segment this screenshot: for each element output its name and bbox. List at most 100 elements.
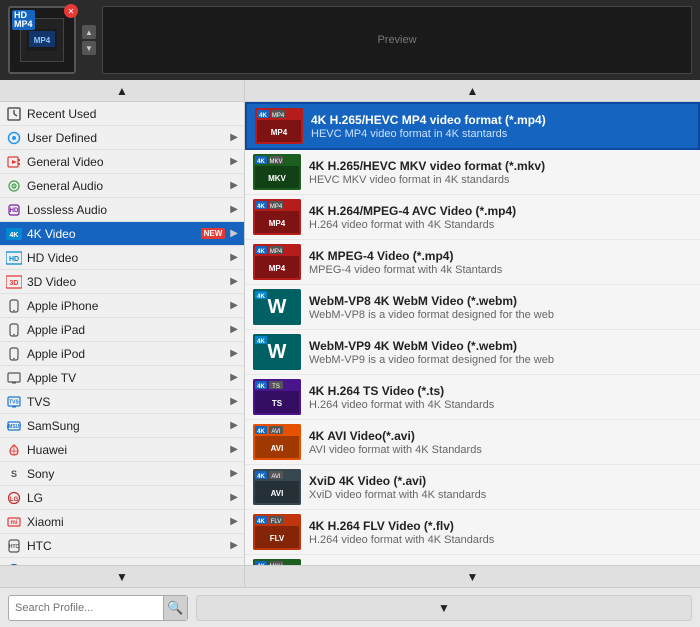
svg-text:4K: 4K — [257, 159, 265, 165]
format-title-4k-h265-mkv: 4K H.265/HEVC MKV video format (*.mkv) — [309, 159, 692, 173]
sidebar-item-3d-video[interactable]: 3D3D Video▶ — [0, 270, 244, 294]
format-desc-4k-h265-mkv: HEVC MKV video format in 4K standards — [309, 174, 692, 186]
svg-text:FLV: FLV — [271, 519, 282, 525]
sidebar-item-xiaomi[interactable]: miXiaomi▶ — [0, 510, 244, 534]
svg-text:FLV: FLV — [270, 534, 285, 543]
sidebar-item-general-audio[interactable]: General Audio▶ — [0, 174, 244, 198]
format-thumb-4k-h265-mkv: 4K MKV MKV — [253, 154, 301, 190]
huawei-arrow: ▶ — [230, 444, 238, 455]
apple-ipad-icon — [6, 322, 22, 338]
sidebar-item-general-video[interactable]: General Video ▶ — [0, 150, 244, 174]
format-item-4k-ts[interactable]: 4K TS TS 4K H.264 TS Video (*.ts)H.264 v… — [245, 375, 700, 420]
thumb-up-btn[interactable]: ▲ — [82, 25, 96, 39]
format-title-webm-vp8: WebM-VP8 4K WebM Video (*.webm) — [309, 294, 692, 308]
sidebar-item-samsung[interactable]: SAMSUNGSamSung▶ — [0, 414, 244, 438]
bottom-scroll-down[interactable]: ▼ — [196, 595, 692, 621]
format-title-xvid-4k: XviD 4K Video (*.avi) — [309, 474, 692, 488]
svg-text:HD: HD — [9, 256, 19, 263]
general-audio-arrow: ▶ — [230, 180, 238, 191]
top-bar: HD MP4 MP4 ✕ ▲ ▼ Preview — [0, 0, 700, 80]
htc-label: HTC — [27, 539, 225, 553]
format-title-4k-h264-mp4: 4K H.264/MPEG-4 AVC Video (*.mp4) — [309, 204, 692, 218]
format-item-4k-h264-mp4[interactable]: 4K MP4 MP4 4K H.264/MPEG-4 AVC Video (*.… — [245, 195, 700, 240]
format-list: 4K MP4 MP4 4K H.265/HEVC MP4 video forma… — [245, 102, 700, 565]
apple-ipad-label: Apple iPad — [27, 323, 225, 337]
svg-text:4K: 4K — [257, 429, 265, 435]
sidebar-item-user-defined[interactable]: User Defined▶ — [0, 126, 244, 150]
tvs-arrow: ▶ — [230, 396, 238, 407]
format-desc-4k-h265-mp4: HEVC MP4 video format in 4K stantards — [311, 128, 690, 140]
user-defined-icon — [6, 130, 22, 146]
sidebar-scroll-up[interactable]: ▲ — [0, 80, 244, 102]
format-item-4k-h265-mkv[interactable]: 4K MKV MKV 4K H.265/HEVC MKV video forma… — [245, 150, 700, 195]
svg-text:MP4: MP4 — [270, 204, 283, 210]
4k-video-arrow: ▶ — [230, 228, 238, 239]
format-item-4k-mpeg4[interactable]: 4K MP4 MP4 4K MPEG-4 Video (*.mp4)MPEG-4… — [245, 240, 700, 285]
format-item-4k-flv[interactable]: 4K FLV FLV 4K H.264 FLV Video (*.flv)H.2… — [245, 510, 700, 555]
lossless-audio-label: Lossless Audio — [27, 203, 225, 217]
svg-text:W: W — [268, 296, 287, 318]
sidebar-item-recent[interactable]: Recent Used — [0, 102, 244, 126]
format-info-4k-flv: 4K H.264 FLV Video (*.flv)H.264 video fo… — [309, 519, 692, 546]
svg-text:AVI: AVI — [271, 474, 281, 480]
svg-text:MP4: MP4 — [272, 113, 285, 119]
general-video-label: General Video — [27, 155, 225, 169]
sidebar-item-htc[interactable]: HTCHTC▶ — [0, 534, 244, 558]
sidebar-item-lg[interactable]: LG LG ▶ — [0, 486, 244, 510]
lg-arrow: ▶ — [230, 492, 238, 503]
sidebar-item-apple-ipod[interactable]: Apple iPod▶ — [0, 342, 244, 366]
format-desc-4k-mpeg4: MPEG-4 video format with 4k Stantards — [309, 264, 692, 276]
sidebar-item-motorola[interactable]: MMotorola▶ — [0, 558, 244, 565]
right-scroll-up[interactable]: ▲ — [245, 80, 700, 102]
format-thumb-4k-h264-mp4: 4K MP4 MP4 — [253, 199, 301, 235]
svg-text:TS: TS — [272, 399, 283, 408]
format-info-4k-avi: 4K AVI Video(*.avi)AVI video format with… — [309, 429, 692, 456]
svg-text:TVS: TVS — [9, 399, 19, 405]
sidebar-scroll-down[interactable]: ▼ — [0, 565, 244, 587]
sidebar-item-4k-video[interactable]: 4K4K VideoNEW▶ — [0, 222, 244, 246]
format-item-webm-vp9[interactable]: W 4K WebM-VP9 4K WebM Video (*.webm)WebM… — [245, 330, 700, 375]
sidebar-item-lossless-audio[interactable]: HDLossless Audio▶ — [0, 198, 244, 222]
format-desc-4k-h264-mp4: H.264 video format with 4K Standards — [309, 219, 692, 231]
lossless-audio-arrow: ▶ — [230, 204, 238, 215]
format-info-4k-h264-mp4: 4K H.264/MPEG-4 AVC Video (*.mp4)H.264 v… — [309, 204, 692, 231]
search-button[interactable]: 🔍 — [163, 595, 187, 621]
format-thumb-4k-mpeg4: 4K MP4 MP4 — [253, 244, 301, 280]
recent-icon — [6, 106, 22, 122]
user-defined-label: User Defined — [27, 131, 225, 145]
format-info-xvid-4k: XviD 4K Video (*.avi)XviD video format w… — [309, 474, 692, 501]
sidebar-item-tvs[interactable]: TVS TVS ▶ — [0, 390, 244, 414]
sidebar-item-hd-video[interactable]: HDHD Video▶ — [0, 246, 244, 270]
apple-iphone-icon — [6, 298, 22, 314]
general-video-arrow: ▶ — [230, 156, 238, 167]
format-title-4k-ts: 4K H.264 TS Video (*.ts) — [309, 384, 692, 398]
format-title-4k-avi: 4K AVI Video(*.avi) — [309, 429, 692, 443]
svg-text:4K: 4K — [257, 204, 265, 210]
sidebar-item-sony[interactable]: SSony▶ — [0, 462, 244, 486]
format-item-4k-h265-mp4[interactable]: 4K MP4 MP4 4K H.265/HEVC MP4 video forma… — [245, 102, 700, 150]
bottom-bar: 🔍 ▼ — [0, 587, 700, 627]
svg-text:4K: 4K — [10, 232, 19, 239]
thumb-close-btn[interactable]: ✕ — [64, 4, 78, 18]
sidebar-item-apple-iphone[interactable]: Apple iPhone▶ — [0, 294, 244, 318]
sidebar-item-apple-tv[interactable]: Apple TV▶ — [0, 366, 244, 390]
lg-label: LG — [27, 491, 225, 505]
tvs-label: TVS — [27, 395, 225, 409]
right-scroll-down[interactable]: ▼ — [245, 565, 700, 587]
format-desc-xvid-4k: XviD video format with 4K standards — [309, 489, 692, 501]
svg-text:LG: LG — [10, 497, 19, 503]
format-desc-4k-ts: H.264 video format with 4K Standards — [309, 399, 692, 411]
svg-text:4K: 4K — [257, 249, 265, 255]
huawei-icon — [6, 442, 22, 458]
search-input[interactable] — [9, 602, 163, 614]
svg-text:SAMSUNG: SAMSUNG — [7, 424, 21, 430]
format-item-webm-vp8[interactable]: W 4K WebM-VP8 4K WebM Video (*.webm)WebM… — [245, 285, 700, 330]
svg-text:4K: 4K — [257, 294, 265, 300]
format-item-4k-mkv2[interactable]: 4K MKV MKV 4K MKV Video Format (*.mkv)MK… — [245, 555, 700, 565]
format-item-4k-avi[interactable]: 4K AVI AVI 4K AVI Video(*.avi)AVI video … — [245, 420, 700, 465]
sidebar-item-huawei[interactable]: Huawei▶ — [0, 438, 244, 462]
sidebar-item-apple-ipad[interactable]: Apple iPad▶ — [0, 318, 244, 342]
thumbnail-item[interactable]: HD MP4 MP4 ✕ — [8, 6, 76, 74]
thumb-down-btn[interactable]: ▼ — [82, 41, 96, 55]
format-item-xvid-4k[interactable]: 4K AVI AVI XviD 4K Video (*.avi)XviD vid… — [245, 465, 700, 510]
